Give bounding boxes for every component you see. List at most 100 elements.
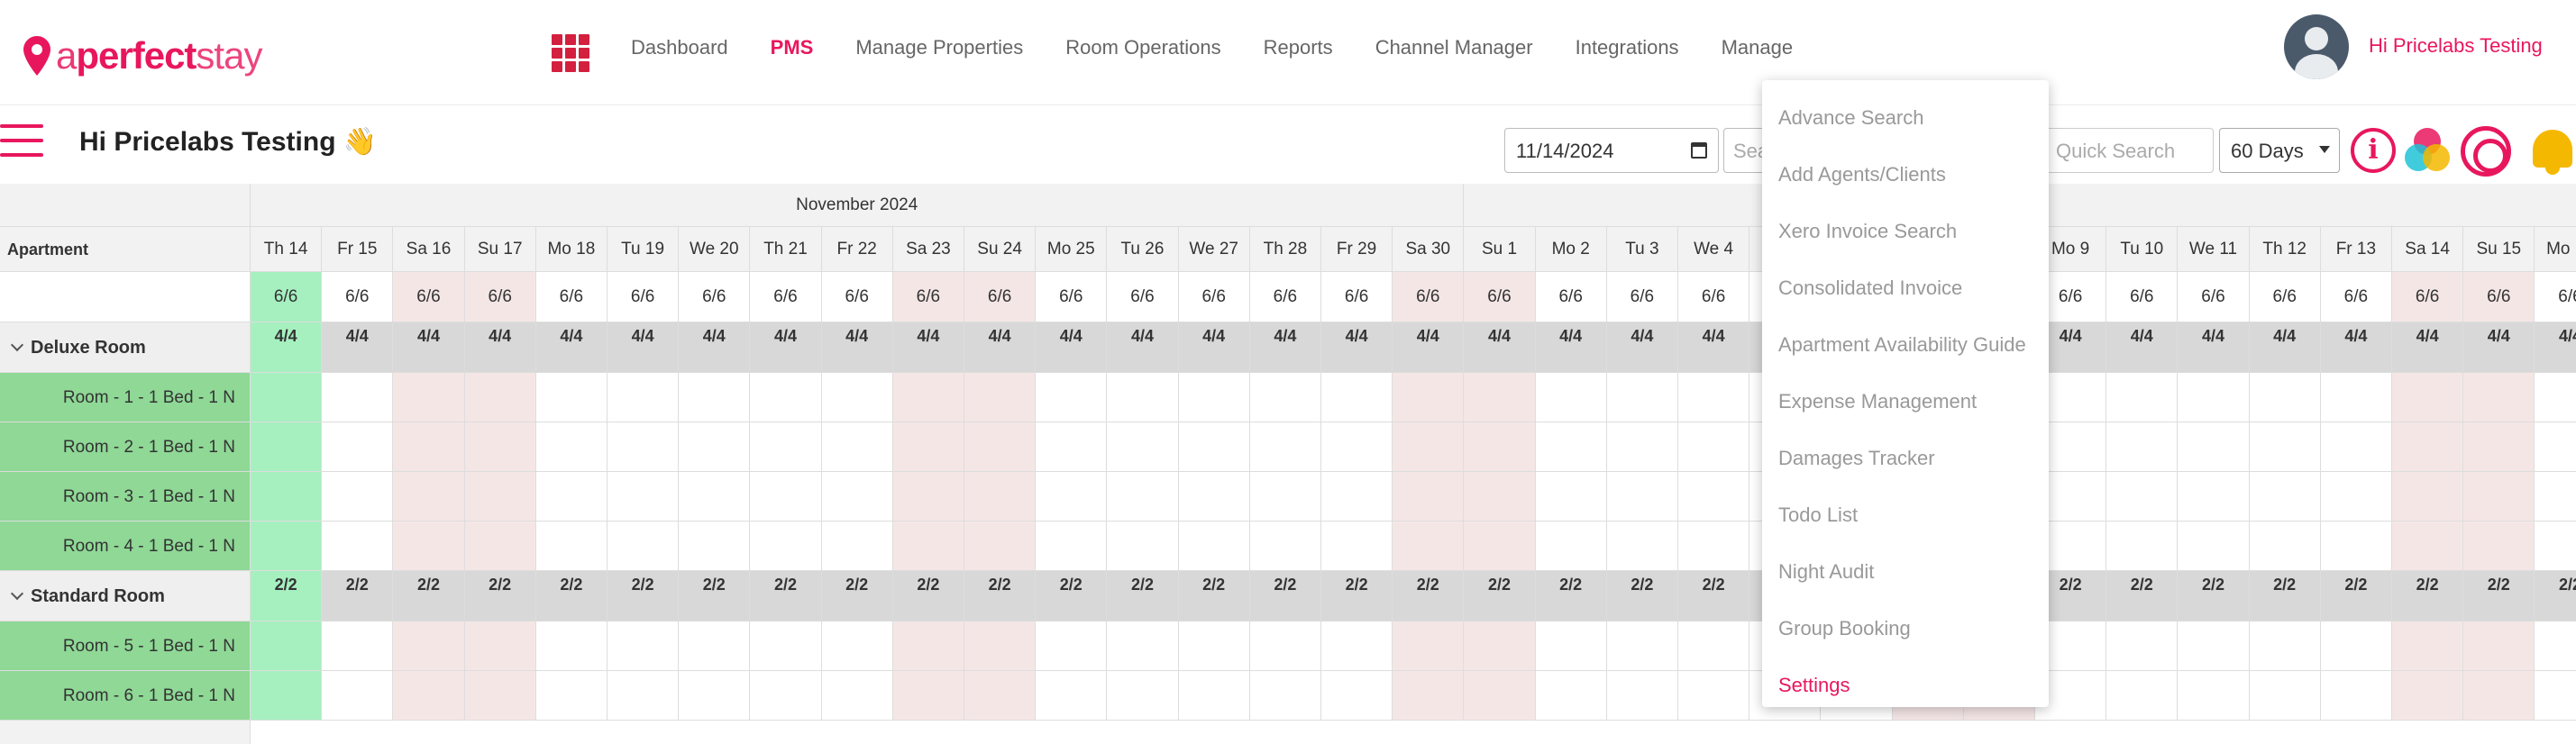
menu-item-night-audit[interactable]: Night Audit [1762, 543, 2049, 600]
notification-bell-icon[interactable] [2529, 126, 2576, 177]
apps-grid-icon[interactable] [552, 34, 589, 72]
booking-cell[interactable] [2320, 373, 2392, 422]
room-row-label[interactable]: Room - 3 - 1 Bed - 1 N [0, 472, 251, 522]
booking-cell[interactable] [2392, 622, 2464, 671]
booking-cell[interactable] [892, 622, 964, 671]
booking-cell[interactable] [1606, 472, 1678, 522]
booking-cell[interactable] [1393, 472, 1465, 522]
booking-cell[interactable] [1178, 522, 1250, 571]
booking-cell[interactable] [1036, 373, 1108, 422]
booking-cell[interactable] [2320, 522, 2392, 571]
booking-cell[interactable] [2106, 671, 2179, 721]
booking-cell[interactable] [251, 522, 323, 571]
booking-cell[interactable] [1535, 373, 1607, 422]
calendar-icon[interactable] [1691, 142, 1707, 159]
booking-cell[interactable] [1107, 472, 1179, 522]
nav-item-dashboard[interactable]: Dashboard [631, 36, 728, 59]
booking-cell[interactable] [251, 422, 323, 472]
booking-cell[interactable] [393, 522, 465, 571]
booking-cell[interactable] [2249, 622, 2321, 671]
booking-cell[interactable] [1535, 522, 1607, 571]
room-type-row[interactable]: Deluxe Room [0, 322, 251, 373]
nav-item-reports[interactable]: Reports [1264, 36, 1333, 59]
booking-cell[interactable] [1535, 422, 1607, 472]
booking-cell[interactable] [1606, 522, 1678, 571]
booking-cell[interactable] [393, 373, 465, 422]
room-row-label[interactable]: Room - 2 - 1 Bed - 1 N [0, 422, 251, 472]
booking-cell[interactable] [2535, 622, 2576, 671]
booking-cell[interactable] [1535, 671, 1607, 721]
booking-cell[interactable] [2178, 422, 2250, 472]
booking-cell[interactable] [1393, 671, 1465, 721]
booking-cell[interactable] [821, 373, 893, 422]
booking-cell[interactable] [679, 622, 751, 671]
booking-cell[interactable] [2320, 671, 2392, 721]
booking-cell[interactable] [2249, 522, 2321, 571]
menu-item-advance-search[interactable]: Advance Search [1762, 89, 2049, 146]
booking-cell[interactable] [535, 422, 607, 472]
booking-cell[interactable] [393, 622, 465, 671]
info-icon[interactable]: i [2351, 128, 2396, 173]
booking-cell[interactable] [251, 373, 323, 422]
booking-cell[interactable] [892, 422, 964, 472]
hamburger-menu-icon[interactable] [0, 124, 43, 160]
booking-cell[interactable] [251, 472, 323, 522]
booking-cell[interactable] [464, 622, 536, 671]
booking-cell[interactable] [2178, 522, 2250, 571]
booking-cell[interactable] [2392, 522, 2464, 571]
booking-cell[interactable] [2535, 671, 2576, 721]
booking-cell[interactable] [2392, 671, 2464, 721]
booking-cell[interactable] [679, 373, 751, 422]
booking-cell[interactable] [2463, 522, 2535, 571]
booking-cell[interactable] [1464, 522, 1536, 571]
room-type-row[interactable]: Standard Room [0, 571, 251, 622]
booking-cell[interactable] [1036, 522, 1108, 571]
booking-cell[interactable] [2535, 373, 2576, 422]
booking-cell[interactable] [2320, 422, 2392, 472]
booking-cell[interactable] [1249, 422, 1321, 472]
booking-cell[interactable] [964, 522, 1037, 571]
booking-cell[interactable] [1178, 373, 1250, 422]
booking-cell[interactable] [1606, 373, 1678, 422]
booking-cell[interactable] [2463, 622, 2535, 671]
menu-item-consolidated-invoice[interactable]: Consolidated Invoice [1762, 259, 2049, 316]
booking-cell[interactable] [1606, 422, 1678, 472]
booking-cell[interactable] [964, 671, 1037, 721]
booking-cell[interactable] [251, 622, 323, 671]
booking-cell[interactable] [2535, 422, 2576, 472]
booking-cell[interactable] [1678, 422, 1750, 472]
booking-cell[interactable] [821, 671, 893, 721]
menu-item-damages-tracker[interactable]: Damages Tracker [1762, 430, 2049, 486]
menu-item-apartment-availability-guide[interactable]: Apartment Availability Guide [1762, 316, 2049, 373]
booking-cell[interactable] [2392, 422, 2464, 472]
booking-cell[interactable] [1393, 522, 1465, 571]
booking-cell[interactable] [821, 622, 893, 671]
booking-cell[interactable] [1036, 422, 1108, 472]
booking-cell[interactable] [750, 422, 822, 472]
menu-item-add-agents-clients[interactable]: Add Agents/Clients [1762, 146, 2049, 203]
booking-cell[interactable] [1036, 671, 1108, 721]
booking-cell[interactable] [750, 472, 822, 522]
booking-cell[interactable] [393, 472, 465, 522]
booking-cell[interactable] [607, 422, 680, 472]
booking-cell[interactable] [892, 671, 964, 721]
booking-cell[interactable] [1321, 522, 1393, 571]
booking-cell[interactable] [535, 472, 607, 522]
booking-cell[interactable] [1678, 472, 1750, 522]
booking-cell[interactable] [2178, 671, 2250, 721]
days-select[interactable]: 60 Days [2219, 128, 2340, 173]
avatar[interactable] [2284, 14, 2349, 79]
booking-cell[interactable] [393, 422, 465, 472]
booking-cell[interactable] [2249, 422, 2321, 472]
menu-item-settings[interactable]: Settings [1762, 657, 2049, 713]
booking-cell[interactable] [1036, 472, 1108, 522]
booking-cell[interactable] [1107, 373, 1179, 422]
booking-cell[interactable] [2392, 472, 2464, 522]
logo[interactable]: aperfectstay [23, 34, 262, 77]
date-input[interactable]: 11/14/2024 [1504, 128, 1719, 173]
booking-cell[interactable] [2178, 472, 2250, 522]
booking-cell[interactable] [535, 522, 607, 571]
booking-cell[interactable] [892, 472, 964, 522]
menu-item-group-booking[interactable]: Group Booking [1762, 600, 2049, 657]
booking-cell[interactable] [2392, 373, 2464, 422]
